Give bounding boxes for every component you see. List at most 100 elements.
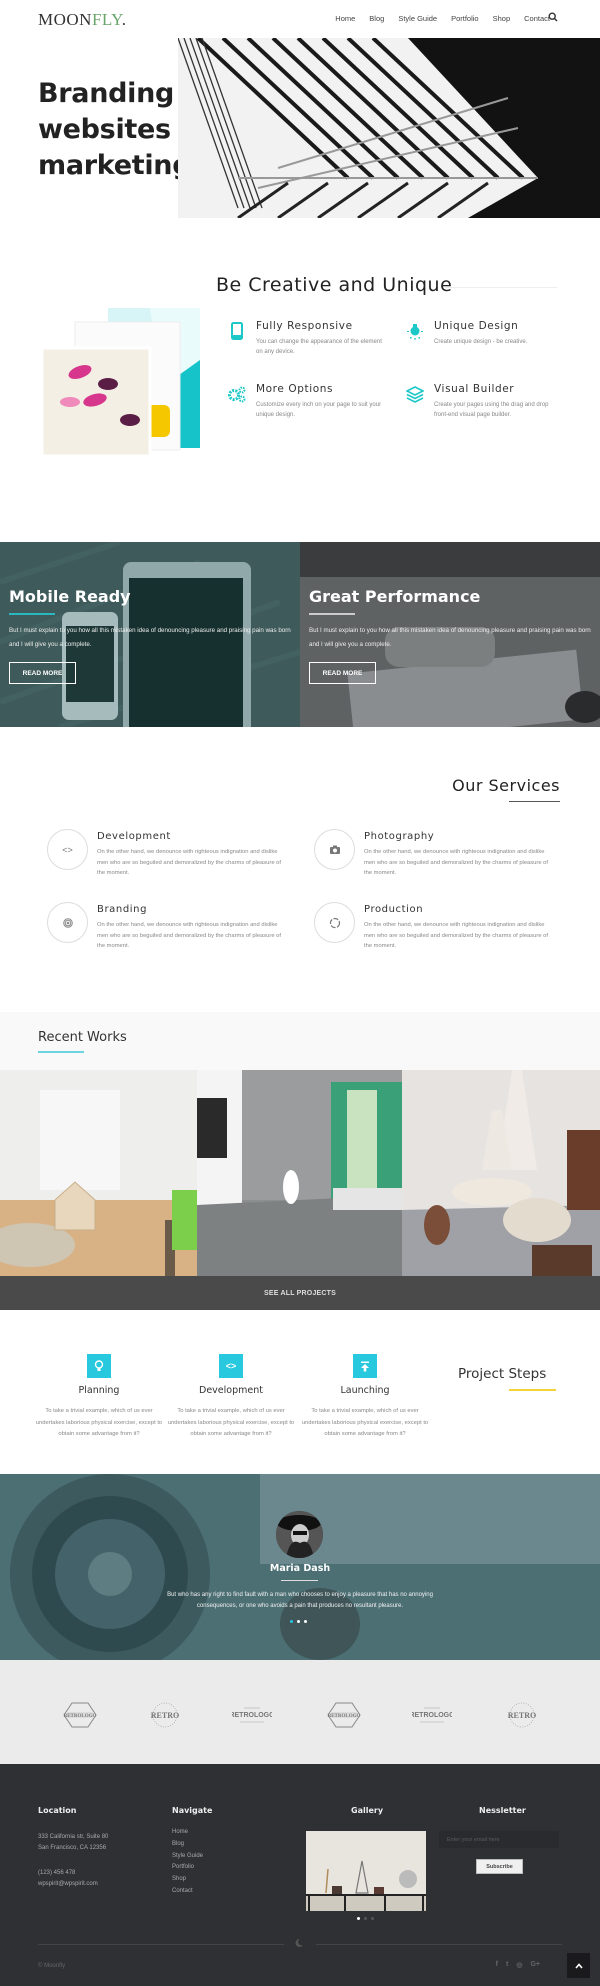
spinner-icon <box>314 902 355 943</box>
lightbulb-icon <box>407 324 423 340</box>
moon-icon <box>295 1938 303 1947</box>
client-logo-6: RETRO <box>508 1702 536 1728</box>
footer-nav-links: Home Blog Style Guide Portfolio Shop Con… <box>172 1827 203 1898</box>
slide-dot-1[interactable] <box>290 1620 293 1623</box>
dribbble-icon[interactable]: ◎ <box>516 1961 522 1969</box>
recent-works-title: Recent Works <box>38 1030 127 1045</box>
feature-text: Customize every inch on your page to sui… <box>256 402 382 418</box>
footer-divider-right <box>316 1944 562 1945</box>
service-text: On the other hand, we denounce with righ… <box>97 849 281 876</box>
step-text: To take a trivial example, which of us e… <box>301 1408 429 1437</box>
main-menu: Home Blog Style Guide Portfolio Shop Con… <box>335 14 550 23</box>
footer-link-blog[interactable]: Blog <box>172 1839 203 1851</box>
client-logo-4: RETROLOGO <box>327 1702 361 1728</box>
see-all-projects-button[interactable]: SEE ALL PROJECTS <box>0 1276 600 1310</box>
hero-line-2: websites <box>38 114 171 145</box>
top-nav: MOONFLY. Home Blog Style Guide Portfolio… <box>0 0 600 38</box>
feature-title: Fully Responsive <box>256 320 353 332</box>
footer-divider-left <box>38 1944 284 1945</box>
client-logo-3: RETROLOGO <box>232 1707 272 1723</box>
gallery-pagination <box>357 1917 374 1920</box>
newsletter-email-input[interactable] <box>439 1831 559 1848</box>
nav-item-contact[interactable]: Contact <box>524 14 550 23</box>
footer-phone: (123) 456 478 <box>38 1870 76 1876</box>
testimonial-avatar <box>276 1511 323 1558</box>
svg-text:RETROLOGO: RETROLOGO <box>412 1712 452 1719</box>
banner-text: But I must explain to you how all this m… <box>9 627 291 648</box>
read-more-button[interactable]: READ MORE <box>9 662 76 684</box>
gallery-dot-1[interactable] <box>357 1917 360 1920</box>
work-item-2[interactable] <box>197 1070 402 1276</box>
nav-item-blog[interactable]: Blog <box>369 14 384 23</box>
testimonial-divider <box>281 1580 318 1581</box>
footer-gallery-image[interactable] <box>306 1831 426 1911</box>
footer-address-line-1: 333 California str, Suite 80 <box>38 1834 109 1840</box>
work-item-1[interactable] <box>0 1070 197 1276</box>
footer-link-shop[interactable]: Shop <box>172 1874 203 1886</box>
title-divider <box>509 1389 556 1391</box>
title-divider <box>38 1051 84 1053</box>
feature-collage-image <box>40 300 205 460</box>
creative-section-title: Be Creative and Unique <box>216 274 453 296</box>
hero-line-3: marketing <box>38 150 192 181</box>
service-title: Photography <box>364 831 435 842</box>
services-section-title: Our Services <box>452 776 560 795</box>
title-divider <box>445 287 557 288</box>
search-icon[interactable] <box>548 12 558 22</box>
banner-mobile-ready: Mobile Ready But I must explain to you h… <box>0 542 300 727</box>
testimonial-pagination <box>290 1620 307 1623</box>
target-icon <box>47 902 88 943</box>
client-logo-2: RETRO <box>151 1702 179 1728</box>
step-title: Development <box>199 1385 263 1396</box>
nav-item-portfolio[interactable]: Portfolio <box>451 14 479 23</box>
step-text: To take a trivial example, which of us e… <box>167 1408 295 1437</box>
feature-title: Visual Builder <box>434 383 515 395</box>
svg-text:RETRO: RETRO <box>151 1711 179 1720</box>
feature-title: Unique Design <box>434 320 519 332</box>
footer-link-contact[interactable]: Contact <box>172 1886 203 1898</box>
google-plus-icon[interactable]: G+ <box>530 1961 540 1969</box>
service-title: Development <box>97 831 171 842</box>
code-icon: <> <box>219 1354 243 1378</box>
footer-email[interactable]: wpspirit@wpspirit.com <box>38 1879 98 1890</box>
footer-location-title: Location <box>38 1806 77 1815</box>
nav-item-home[interactable]: Home <box>335 14 355 23</box>
twitter-icon[interactable]: t <box>506 1961 508 1969</box>
read-more-button[interactable]: READ MORE <box>309 662 376 684</box>
gallery-dot-2[interactable] <box>364 1917 367 1920</box>
logo[interactable]: MOONFLY. <box>38 10 126 30</box>
slide-dot-2[interactable] <box>297 1620 300 1623</box>
back-to-top-button[interactable] <box>567 1953 590 1978</box>
gallery-dot-3[interactable] <box>371 1917 374 1920</box>
banner-text: But I must explain to you how all this m… <box>309 627 591 648</box>
svg-text:RETROLOGO: RETROLOGO <box>232 1712 272 1719</box>
camera-icon <box>314 829 355 870</box>
service-text: On the other hand, we denounce with righ… <box>364 849 548 876</box>
lightbulb-icon <box>87 1354 111 1378</box>
footer-link-portfolio[interactable]: Portfolio <box>172 1862 203 1874</box>
subscribe-button[interactable]: Subscribe <box>476 1859 523 1874</box>
footer-link-home[interactable]: Home <box>172 1827 203 1839</box>
svg-text:RETROLOGO: RETROLOGO <box>328 1714 361 1719</box>
banner-title: Great Performance <box>309 587 481 606</box>
project-steps-title: Project Steps <box>458 1366 547 1382</box>
footer-newsletter-title: Nessletter <box>479 1806 526 1815</box>
slide-dot-3[interactable] <box>304 1620 307 1623</box>
feature-title: More Options <box>256 383 334 395</box>
service-title: Branding <box>97 904 148 915</box>
gears-icon <box>228 386 246 403</box>
step-text: To take a trivial example, which of us e… <box>35 1408 163 1437</box>
nav-item-style-guide[interactable]: Style Guide <box>398 14 437 23</box>
nav-item-shop[interactable]: Shop <box>493 14 511 23</box>
footer-link-style-guide[interactable]: Style Guide <box>172 1851 203 1863</box>
service-text: On the other hand, we denounce with righ… <box>364 922 548 949</box>
testimonial-quote: But who has any right to find fault with… <box>167 1592 433 1609</box>
work-item-3[interactable] <box>402 1070 600 1276</box>
service-text: On the other hand, we denounce with righ… <box>97 922 281 949</box>
facebook-icon[interactable]: f <box>496 1961 498 1969</box>
hero-line-1: Branding <box>38 78 175 109</box>
logo-main: MOON <box>38 10 92 29</box>
footer <box>0 1764 600 1986</box>
client-logo-5: RETROLOGO <box>412 1707 452 1723</box>
social-links: f t ◎ G+ <box>496 1961 540 1969</box>
